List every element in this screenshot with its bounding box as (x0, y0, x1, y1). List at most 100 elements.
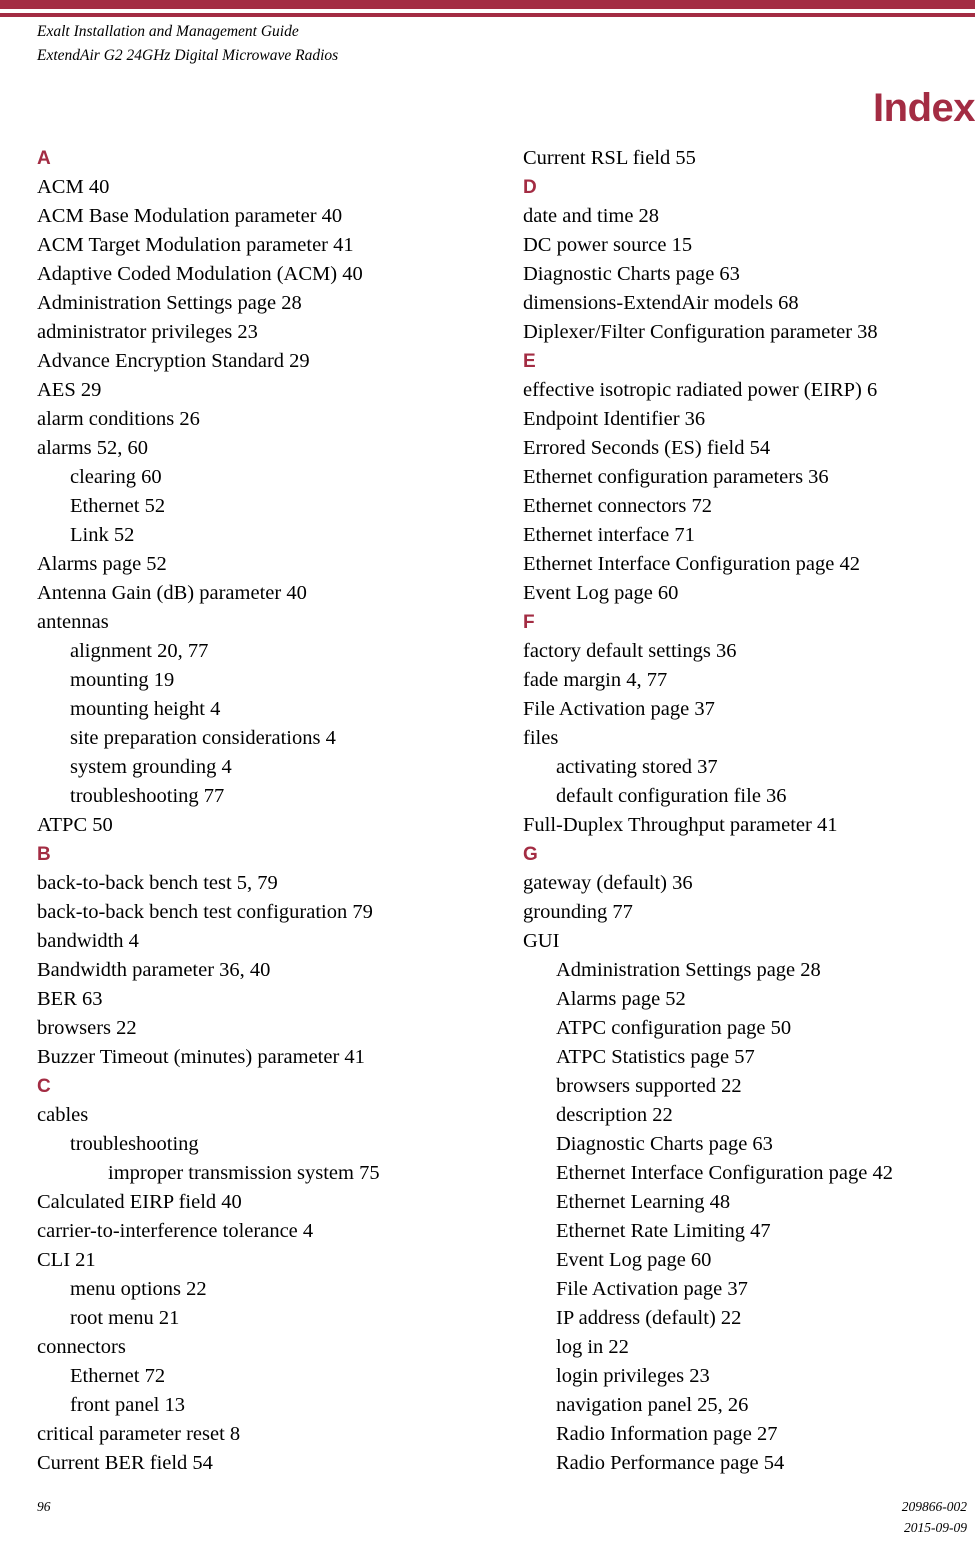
index-entry: Administration Settings page 28 (556, 959, 821, 981)
index-entry: Administration Settings page 28 (37, 292, 302, 314)
index-entry: system grounding 4 (70, 756, 232, 778)
index-entry: troubleshooting (70, 1133, 199, 1155)
index-entry: effective isotropic radiated power (EIRP… (523, 379, 878, 401)
index-entry: alarms 52, 60 (37, 437, 149, 459)
index-entry: gateway (default) 36 (523, 872, 693, 894)
index-entry: alarm conditions 26 (37, 408, 200, 430)
index-entry: Advance Encryption Standard 29 (37, 350, 310, 372)
index-entry: CLI 21 (37, 1249, 96, 1271)
index-entry: files (523, 727, 559, 749)
index-entry: fade margin 4, 77 (523, 669, 668, 691)
index-entry: Ethernet connectors 72 (523, 495, 712, 517)
index-entry: Bandwidth parameter 36, 40 (37, 959, 271, 981)
index-entry: browsers supported 22 (556, 1075, 742, 1097)
index-entry: front panel 13 (70, 1394, 185, 1416)
index-entry: bandwidth 4 (37, 930, 139, 952)
index-entry: login privileges 23 (556, 1365, 710, 1387)
index-column-right: Current RSL field 55 Ddate and time 28 DC … (523, 144, 975, 1478)
index-entry: Errored Seconds (ES) field 54 (523, 437, 771, 459)
index-entry: Ethernet 52 (70, 495, 166, 517)
index-entry: File Activation page 37 (556, 1278, 748, 1300)
index-column-left: A ACM 40 ACM Base Modulation parameter 40 A… (37, 144, 507, 1478)
index-entry: Antenna Gain (dB) parameter 40 (37, 582, 307, 604)
index-section-letter: D (523, 177, 537, 198)
index-entry: File Activation page 37 (523, 698, 715, 720)
index-entry: improper transmission system 75 (108, 1162, 380, 1184)
index-entry: Buzzer Timeout (minutes) parameter 41 (37, 1046, 365, 1068)
index-entry: GUI (523, 930, 560, 952)
index-entry: default configuration file 36 (556, 785, 787, 807)
index-entry: mounting 19 (70, 669, 175, 691)
index-entry: AES 29 (37, 379, 102, 401)
index-entry: Ethernet configuration parameters 36 (523, 466, 829, 488)
header-rule-thick (0, 0, 975, 9)
index-entry: carrier-to-interference tolerance 4 (37, 1220, 314, 1242)
index-entry: critical parameter reset 8 (37, 1423, 241, 1445)
footer-document-number: 209866-002 (901, 1499, 967, 1514)
index-entry: administrator privileges 23 (37, 321, 258, 343)
index-entry: Radio Information page 27 (556, 1423, 778, 1445)
index-entry: cables (37, 1104, 89, 1126)
index-entry: factory default settings 36 (523, 640, 737, 662)
index-entry: Full-Duplex Throughput parameter 41 (523, 814, 838, 836)
index-entry: back-to-back bench test 5, 79 (37, 872, 278, 894)
index-entry: Adaptive Coded Modulation (ACM) 40 (37, 263, 363, 285)
index-entry: menu options 22 (70, 1278, 207, 1300)
index-entry: IP address (default) 22 (556, 1307, 742, 1329)
index-section-letter: C (37, 1076, 51, 1097)
index-entry: mounting height 4 (70, 698, 221, 720)
index-entry: BER 63 (37, 988, 103, 1010)
index-entry: Link 52 (70, 524, 135, 546)
index-entry: site preparation considerations 4 (70, 727, 336, 749)
index-entry: description 22 (556, 1104, 673, 1126)
index-entry: navigation panel 25, 26 (556, 1394, 749, 1416)
index-entry: browsers 22 (37, 1017, 137, 1039)
index-entry: Event Log page 60 (556, 1249, 712, 1271)
page-title: Index (873, 86, 975, 130)
index-entry: Diplexer/Filter Configuration parameter … (523, 321, 878, 343)
running-header: Exalt Installation and Management Guide … (37, 20, 737, 68)
index-entry: connectors (37, 1336, 126, 1358)
index-entry: date and time 28 (523, 205, 660, 227)
index-entry: DC power source 15 (523, 234, 693, 256)
index-section-letter: F (523, 612, 535, 633)
index-entry: ATPC configuration page 50 (556, 1017, 792, 1039)
footer-date: 2015-09-09 (904, 1520, 967, 1535)
index-entry: Ethernet Learning 48 (556, 1191, 731, 1213)
running-header-product-title: ExtendAir G2 24GHz Digital Microwave Rad… (37, 47, 339, 64)
index-entry: troubleshooting 77 (70, 785, 225, 807)
index-entry: Diagnostic Charts page 63 (523, 263, 740, 285)
footer-page-number: 96 (37, 1499, 51, 1514)
index-entry: Ethernet 72 (70, 1365, 166, 1387)
index-section-letter: A (37, 148, 51, 169)
page-footer: 96 209866-002 2015-09-09 (0, 1496, 975, 1556)
index-entry: alignment 20, 77 (70, 640, 209, 662)
index-entry: Event Log page 60 (523, 582, 679, 604)
footer-doc-meta: 209866-002 2015-09-09 (902, 1496, 967, 1538)
index-section-letter: E (523, 351, 536, 372)
header-rule-thin (0, 13, 975, 17)
index-entry: Ethernet Interface Configuration page 42 (556, 1162, 893, 1184)
index-entry: Ethernet Interface Configuration page 42 (523, 553, 860, 575)
index-entry: Current RSL field 55 (523, 147, 696, 169)
index-entry: ACM Base Modulation parameter 40 (37, 205, 343, 227)
index-entry: Current BER field 54 (37, 1452, 213, 1474)
index-entry: ATPC Statistics page 57 (556, 1046, 755, 1068)
index-entry: ACM 40 (37, 176, 110, 198)
running-header-guide-title: Exalt Installation and Management Guide (37, 23, 299, 40)
index-entry: antennas (37, 611, 109, 633)
index-entry: back-to-back bench test configuration 79 (37, 901, 373, 923)
index-entry: Calculated EIRP field 40 (37, 1191, 242, 1213)
index-entry: Ethernet Rate Limiting 47 (556, 1220, 771, 1242)
index-entry: root menu 21 (70, 1307, 180, 1329)
index-entry: ACM Target Modulation parameter 41 (37, 234, 354, 256)
index-entry: log in 22 (556, 1336, 629, 1358)
index-entry: Endpoint Identifier 36 (523, 408, 706, 430)
index-entry: Diagnostic Charts page 63 (556, 1133, 773, 1155)
index-section-letter: B (37, 844, 51, 865)
index-section-letter: G (523, 844, 538, 865)
index-entry: Radio Performance page 54 (556, 1452, 785, 1474)
index-entry: grounding 77 (523, 901, 633, 923)
index-entry: clearing 60 (70, 466, 162, 488)
index-entry: Alarms page 52 (37, 553, 167, 575)
